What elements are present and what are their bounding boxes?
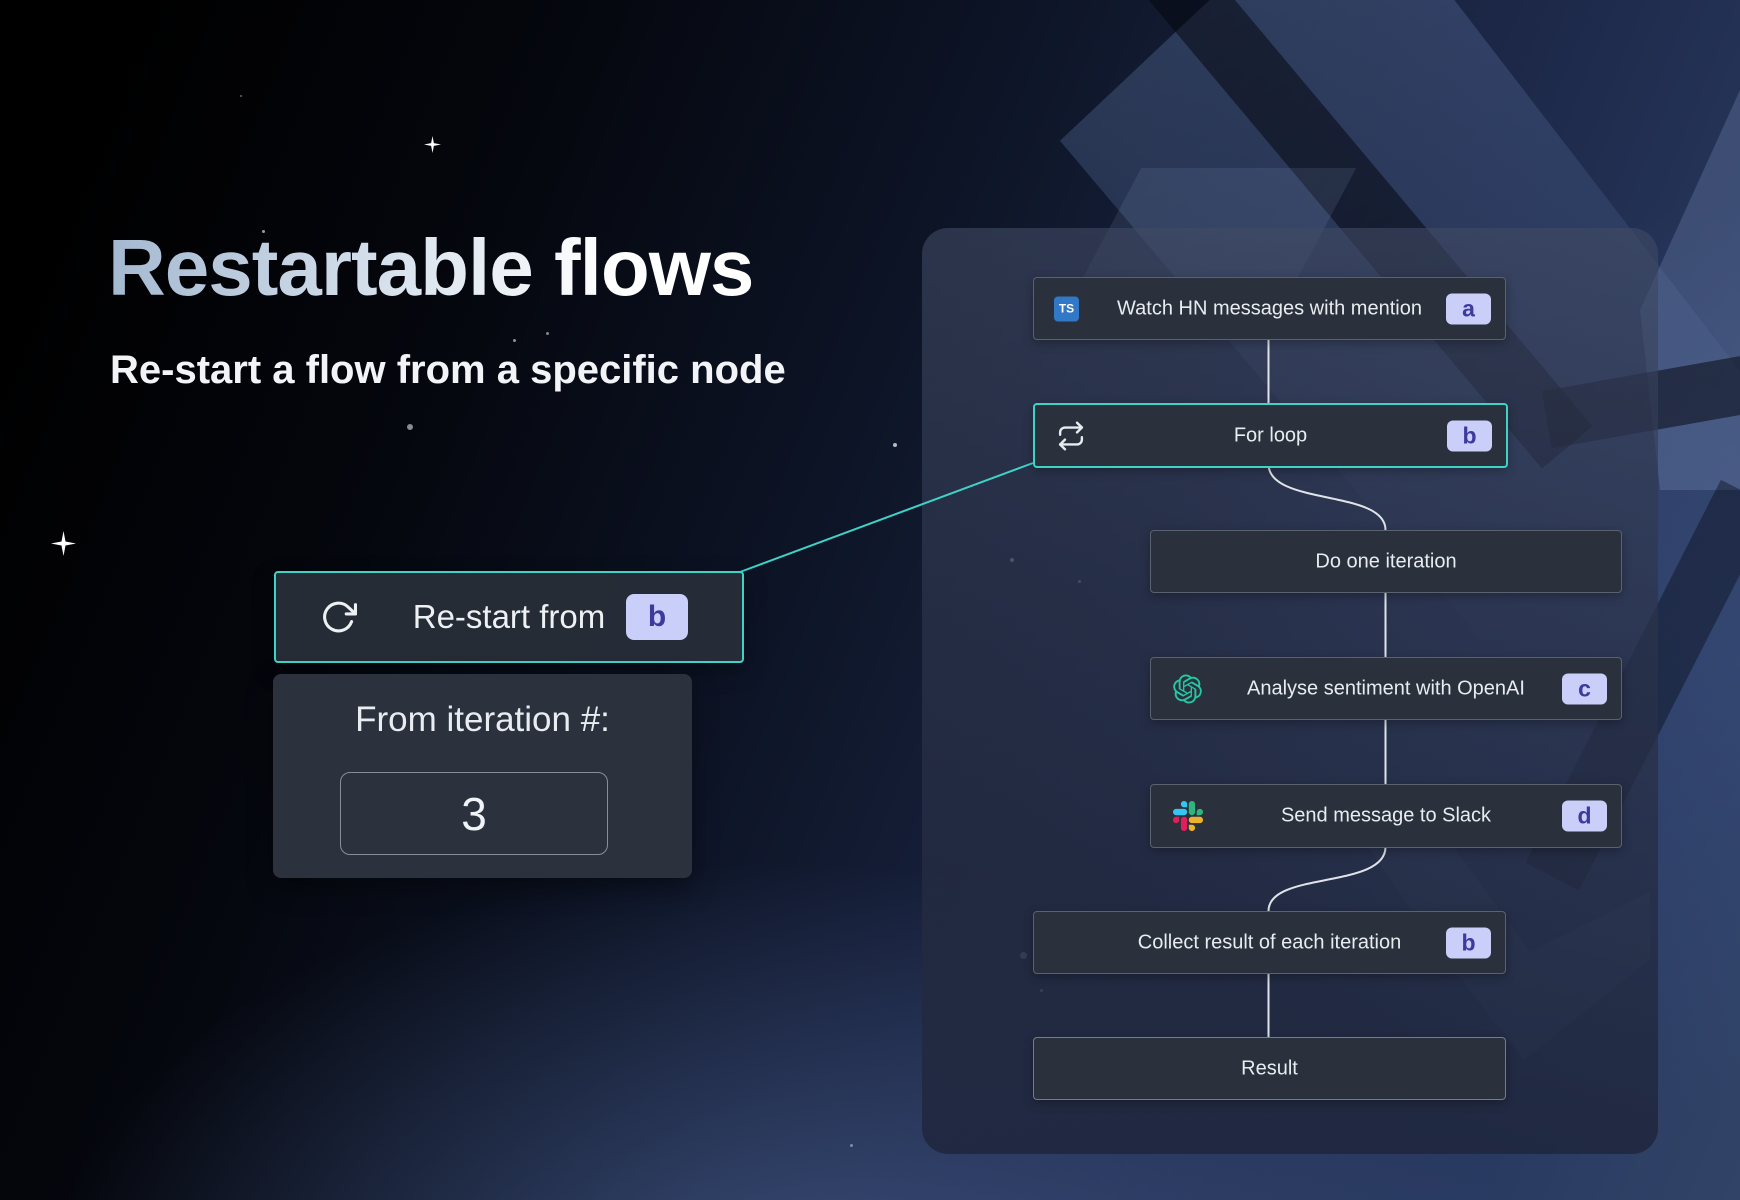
flow-node-label: Send message to Slack [1151, 805, 1621, 828]
flow-node-openai[interactable]: Analyse sentiment with OpenAI c [1150, 657, 1622, 720]
flow-node-label: Result [1034, 1057, 1505, 1080]
star-dot [407, 424, 413, 430]
star-icon [51, 531, 76, 556]
flow-node-slack[interactable]: Send message to Slack d [1150, 784, 1622, 848]
step-badge: b [1446, 927, 1491, 958]
flow-node-label: For loop [1035, 424, 1506, 447]
flow-node-label: Analyse sentiment with OpenAI [1151, 677, 1621, 700]
step-badge: c [1562, 673, 1607, 704]
flow-node-result[interactable]: Result [1033, 1037, 1506, 1100]
star-dot [546, 332, 549, 335]
flow-node-for-loop[interactable]: For loop b [1033, 403, 1508, 468]
flow-node-label: Watch HN messages with mention [1034, 297, 1505, 320]
restart-from-button[interactable]: Re-start from b [274, 571, 744, 663]
star-dot [513, 339, 516, 342]
flow-node-do-one-iteration[interactable]: Do one iteration [1150, 530, 1622, 593]
iteration-panel: From iteration #: [273, 674, 692, 878]
star-icon [424, 136, 441, 153]
star-dot [850, 1144, 853, 1147]
step-badge: d [1562, 801, 1607, 832]
page-subtitle: Re-start a flow from a specific node [110, 348, 786, 393]
flow-node-collect-result[interactable]: Collect result of each iteration b [1033, 911, 1506, 974]
iteration-label: From iteration #: [273, 700, 692, 740]
flow-node-watch-hn[interactable]: TS Watch HN messages with mention a [1033, 277, 1506, 340]
step-badge: a [1446, 293, 1491, 324]
page-title: Restartable flows [108, 222, 753, 314]
star-dot [893, 443, 897, 447]
iteration-input[interactable] [340, 772, 608, 855]
star-dot [240, 95, 242, 97]
step-badge: b [626, 594, 688, 640]
restartable-flows-banner: Restartable flows Re-start a flow from a… [0, 0, 1740, 1200]
flow-node-label: Collect result of each iteration [1034, 931, 1505, 954]
step-badge: b [1447, 420, 1492, 451]
flow-node-label: Do one iteration [1151, 550, 1621, 573]
